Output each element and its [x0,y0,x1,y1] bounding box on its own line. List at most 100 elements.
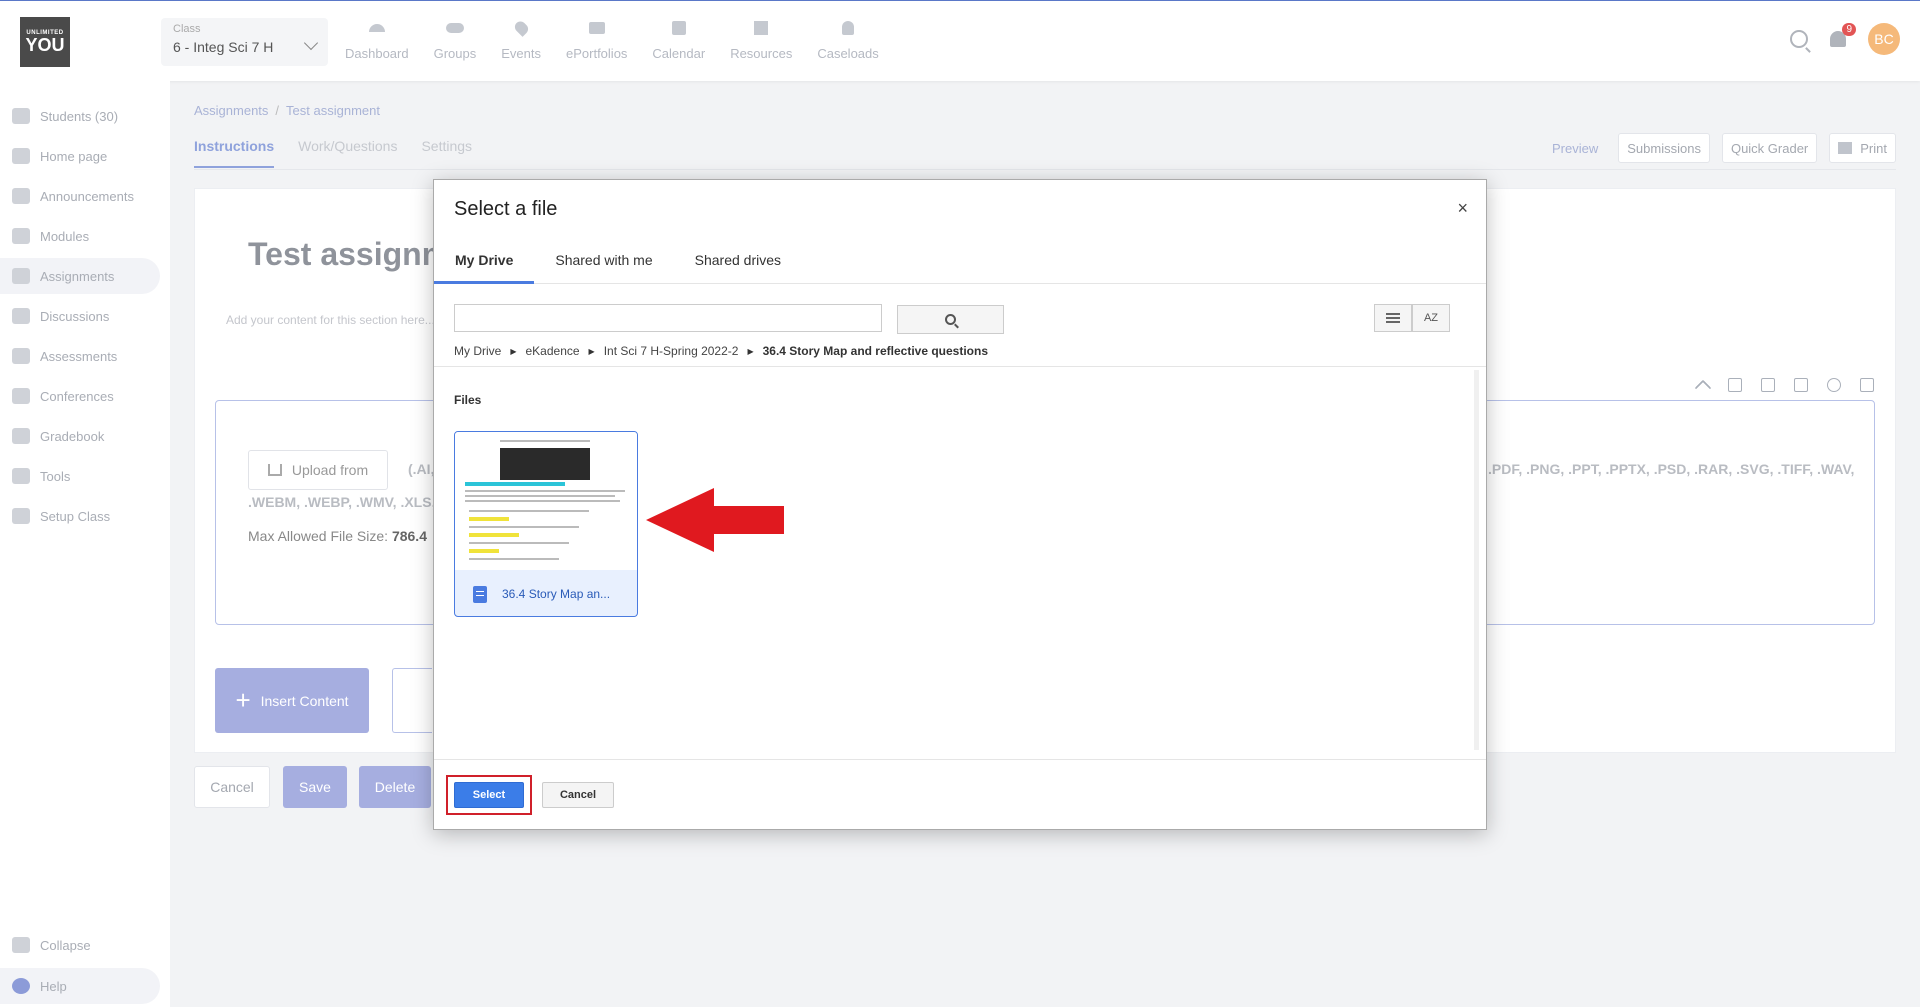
app-logo[interactable]: UNLIMITED YOU [20,17,70,67]
submissions-button[interactable]: Submissions [1618,133,1710,163]
copy-icon[interactable] [1728,378,1742,392]
tab-instructions[interactable]: Instructions [194,138,275,168]
view-controls: AZ [1374,304,1450,332]
assessment-icon [12,348,30,364]
file-picker-dialog: Select a file × My Drive Shared with me … [433,179,1487,830]
nav-events[interactable]: Events [501,19,541,61]
drive-search-button[interactable] [897,305,1004,334]
sidebar-item-assignments[interactable]: Assignments [0,258,160,294]
avatar[interactable]: BC [1868,23,1900,55]
quick-grader-button[interactable]: Quick Grader [1721,133,1818,163]
assignment-tabs: Instructions Work/Questions Settings [194,138,496,168]
wrench-icon [12,468,30,484]
sidebar-item-conferences[interactable]: Conferences [0,378,160,414]
top-bar: UNLIMITED YOU Class 6 - Integ Sci 7 H Das… [0,0,1920,81]
list-icon [1386,313,1400,323]
main-nav: Dashboard Groups Events ePortfolios Cale… [345,19,904,61]
chevron-up-icon[interactable] [1694,379,1712,397]
calendar-icon [669,19,689,37]
upload-icon [267,464,282,476]
header-actions: 9 BC [1790,23,1900,55]
sidebar-item-students[interactable]: Students (30) [0,98,160,134]
modules-icon [12,228,30,244]
nav-calendar[interactable]: Calendar [652,19,705,61]
breadcrumb-assignments[interactable]: Assignments [194,103,268,118]
block-toolbar [1678,378,1874,397]
nav-caseloads[interactable]: Caseloads [817,19,879,61]
add-block-button[interactable] [392,668,432,733]
bell-icon[interactable]: 9 [1830,23,1856,47]
search-icon [945,314,956,325]
tab-settings[interactable]: Settings [421,138,472,168]
preview-button[interactable]: Preview [1544,133,1606,163]
export-icon[interactable] [1761,378,1775,392]
sidebar-item-setup-class[interactable]: Setup Class [0,498,160,534]
drive-search-input[interactable] [454,304,882,332]
books-icon [751,19,771,37]
delete-button[interactable]: Delete [359,766,431,808]
content-hint[interactable]: Add your content for this section here..… [226,313,435,327]
print-button[interactable]: Print [1829,133,1896,163]
nav-groups[interactable]: Groups [434,19,476,61]
breadcrumb-current[interactable]: Test assignment [286,103,380,118]
nav-dashboard[interactable]: Dashboard [345,19,409,61]
conference-icon [12,388,30,404]
sidebar-item-home-page[interactable]: Home page [0,138,160,174]
list-view-button[interactable] [1374,304,1412,332]
sidebar-collapse[interactable]: Collapse [0,927,160,963]
scrollbar[interactable] [1474,370,1479,750]
class-selector-value: 6 - Integ Sci 7 H [173,39,274,55]
dialog-title: Select a file [454,198,558,220]
footer-divider [434,759,1486,760]
tab-shared-with-me[interactable]: Shared with me [534,236,673,284]
page-title: Test assignm [248,236,451,272]
sidebar-item-discussions[interactable]: Discussions [0,298,160,334]
sort-button[interactable]: AZ [1412,304,1450,332]
tabs-divider [194,169,1896,170]
trash-icon[interactable] [1860,378,1874,392]
dialog-cancel-button[interactable]: Cancel [542,782,614,808]
path-divider [434,366,1486,367]
path-current-folder: 36.4 Story Map and reflective questions [762,344,989,358]
gradebook-icon [12,428,30,444]
users-icon [445,19,465,37]
sidebar-item-tools[interactable]: Tools [0,458,160,494]
upload-from-button[interactable]: Upload from [248,450,388,490]
file-tile-footer: 36.4 Story Map an... [455,570,637,616]
sidebar-item-gradebook[interactable]: Gradebook [0,418,160,454]
path-my-drive[interactable]: My Drive [454,344,501,358]
printer-icon [1838,142,1853,154]
file-name: 36.4 Story Map an... [502,587,611,601]
path-int-sci[interactable]: Int Sci 7 H-Spring 2022-2 [604,344,739,358]
max-file-size: Max Allowed File Size: 786.4 [248,528,427,544]
select-button[interactable]: Select [454,782,524,808]
file-tile[interactable]: 36.4 Story Map an... [454,431,638,617]
help-icon [12,978,30,994]
drive-path: My Drive ▶ eKadence ▶ Int Sci 7 H-Spring 2… [454,344,988,358]
class-selector[interactable]: Class 6 - Integ Sci 7 H [161,18,328,66]
nav-resources[interactable]: Resources [730,19,792,61]
gauge-icon [367,19,387,37]
insert-content-button[interactable]: + Insert Content [215,668,369,733]
assignment-actions: Preview Submissions Quick Grader Print [1532,133,1896,163]
sidebar-item-assessments[interactable]: Assessments [0,338,160,374]
tab-work-questions[interactable]: Work/Questions [298,138,397,168]
gear-icon[interactable] [1827,378,1841,392]
megaphone-icon [12,188,30,204]
allowed-extensions-end: .PDF, .PNG, .PPT, .PPTX, .PSD, .RAR, .SV… [1488,461,1855,477]
tab-shared-drives[interactable]: Shared drives [674,236,802,284]
sidebar: Students (30) Home page Announcements Mo… [0,81,170,1007]
search-icon[interactable] [1790,30,1808,48]
path-separator-icon: ▶ [747,346,754,356]
close-icon[interactable]: × [1457,198,1468,219]
nav-eportfolios[interactable]: ePortfolios [566,19,627,61]
path-ekadence[interactable]: eKadence [526,344,580,358]
sidebar-item-modules[interactable]: Modules [0,218,160,254]
sidebar-help[interactable]: Help [0,968,160,1004]
save-button[interactable]: Save [283,766,347,808]
sidebar-item-announcements[interactable]: Announcements [0,178,160,214]
assignment-icon [12,268,30,284]
tab-my-drive[interactable]: My Drive [434,236,535,284]
comment-icon[interactable] [1794,378,1808,392]
cancel-button[interactable]: Cancel [194,766,270,808]
